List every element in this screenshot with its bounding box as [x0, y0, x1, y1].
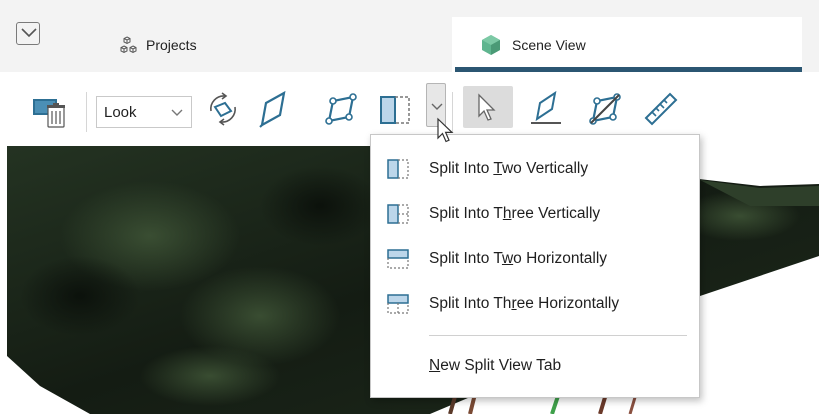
menu-item-split-two-vertically[interactable]: Split Into Two Vertically [371, 147, 699, 191]
toolbar-separator [86, 92, 87, 132]
projects-cubes-icon [120, 35, 140, 54]
split-two-vertical-icon [387, 159, 409, 179]
split-three-horizontal-icon [387, 294, 409, 314]
menu-item-split-three-vertically[interactable]: Split Into Three Vertically [371, 192, 699, 236]
menu-item-split-three-horizontally[interactable]: Split Into Three Horizontally [371, 282, 699, 326]
rotate-view-icon [210, 92, 236, 126]
scene-view-cube-icon [480, 34, 502, 56]
menu-item-label: Split Into Two Horizontally [429, 250, 608, 267]
menu-item-label: Split Into Two Vertically [429, 160, 589, 177]
tab-bar-edge [802, 17, 819, 72]
rotate-plane-button[interactable] [320, 88, 362, 130]
split-view-button[interactable] [376, 90, 416, 130]
ruler-button[interactable] [640, 88, 682, 130]
draw-plane-icon [259, 90, 286, 128]
split-view-icon [380, 96, 410, 124]
slice-icon [589, 93, 621, 125]
tab-projects-label: Projects [146, 36, 197, 53]
menu-item-split-two-horizontally[interactable]: Split Into Two Horizontally [371, 237, 699, 281]
chevron-down-icon [21, 28, 37, 38]
rotate-plane-icon [325, 93, 357, 125]
draw-line-button[interactable] [526, 88, 568, 130]
ruler-icon [644, 92, 678, 126]
split-three-vertical-icon [387, 204, 409, 224]
tab-scene-view[interactable]: Scene View [452, 17, 802, 72]
clear-scene-button[interactable] [30, 92, 70, 132]
menu-item-label: New Split View Tab [429, 357, 562, 374]
chevron-down-icon [171, 109, 183, 116]
select-pointer-icon [478, 93, 496, 121]
look-select[interactable]: Look [96, 96, 192, 128]
select-tool-button[interactable] [463, 86, 513, 128]
tab-projects[interactable]: Projects [120, 17, 420, 72]
draw-plane-button[interactable] [254, 88, 294, 130]
menu-item-new-split-view-tab[interactable]: New Split View Tab [371, 344, 699, 388]
split-dropdown-chevron-icon [431, 103, 443, 110]
split-two-horizontal-icon [387, 249, 409, 269]
clear-scene-icon [33, 99, 65, 128]
slice-button[interactable] [584, 88, 626, 130]
tab-scene-view-label: Scene View [512, 36, 586, 53]
rotate-view-button[interactable] [202, 88, 244, 130]
menu-item-label: Split Into Three Vertically [429, 205, 601, 222]
draw-line-icon [531, 90, 561, 124]
menu-separator [429, 335, 687, 336]
menu-item-label: Split Into Three Horizontally [429, 295, 620, 312]
tab-list-toggle-button[interactable] [16, 22, 40, 45]
look-select-value: Look [104, 103, 137, 121]
mouse-cursor-icon [437, 117, 454, 143]
tab-bar: Projects Scene View [0, 0, 819, 72]
split-view-menu: Split Into Two Vertically Split Into Thr… [370, 134, 700, 398]
